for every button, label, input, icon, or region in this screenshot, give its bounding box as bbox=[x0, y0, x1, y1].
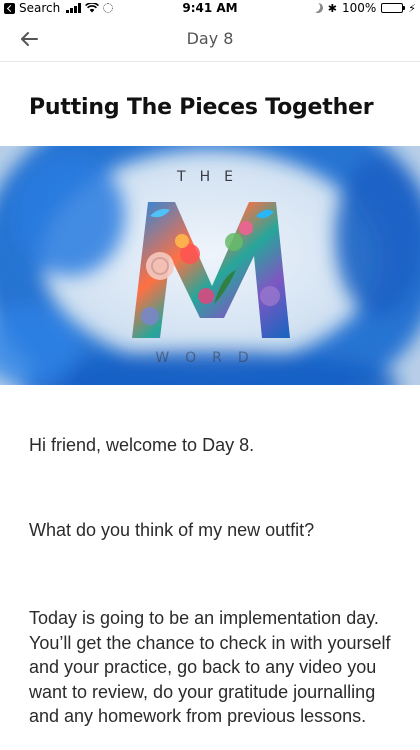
hero-image[interactable]: THE WORD bbox=[0, 146, 420, 385]
paragraph-outfit: What do you think of my new outfit? bbox=[29, 520, 315, 540]
hero-bottom-text: WORD bbox=[155, 350, 264, 366]
charging-icon: ⚡ bbox=[408, 1, 416, 15]
nav-bar: Day 8 bbox=[0, 16, 420, 62]
battery-icon bbox=[381, 3, 406, 13]
paragraph-welcome: Hi friend, welcome to Day 8. bbox=[29, 435, 255, 455]
bluetooth-icon: ✱ bbox=[327, 1, 337, 15]
status-right: ✱ 100% ⚡ bbox=[313, 0, 416, 16]
moon-icon bbox=[311, 2, 324, 15]
page-title: Putting The Pieces Together bbox=[29, 95, 374, 120]
paragraph-implementation: Today is going to be an implementation d… bbox=[29, 608, 391, 726]
hero-top-text: THE bbox=[176, 169, 247, 185]
status-bar: Search 9:41 AM ✱ 100% ⚡ bbox=[0, 0, 420, 16]
battery-percent: 100% bbox=[341, 1, 377, 15]
nav-title: Day 8 bbox=[186, 29, 234, 48]
hero-artwork: THE WORD bbox=[0, 146, 420, 385]
